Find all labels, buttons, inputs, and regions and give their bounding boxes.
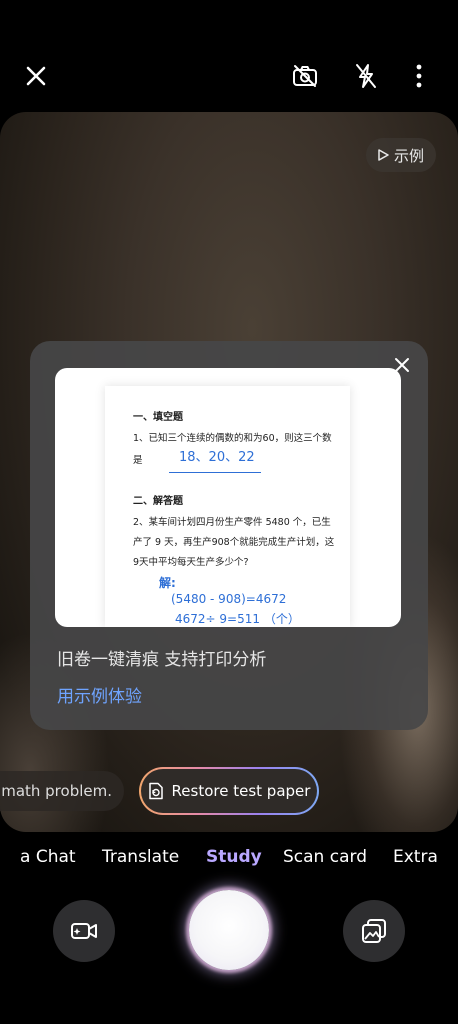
mode-study[interactable]: Study bbox=[206, 847, 262, 867]
close-icon[interactable] bbox=[16, 56, 56, 96]
camera-off-icon[interactable] bbox=[285, 56, 325, 96]
preview-solution-2: 4672÷ 9=511 （个） bbox=[175, 612, 300, 626]
test-paper: 一、填空题 1、已知三个连续的偶数的和为60，则这三个数 是 18、20、22 … bbox=[105, 386, 350, 627]
restore-document-icon bbox=[148, 782, 163, 800]
gallery-icon bbox=[362, 919, 386, 943]
more-options-icon[interactable] bbox=[399, 56, 439, 96]
try-example-link[interactable]: 用示例体验 bbox=[57, 682, 142, 707]
feature-card: 一、填空题 1、已知三个连续的偶数的和为60，则这三个数 是 18、20、22 … bbox=[30, 341, 428, 730]
mode-scan-card[interactable]: Scan card bbox=[283, 847, 367, 867]
test-paper-preview: 一、填空题 1、已知三个连续的偶数的和为60，则这三个数 是 18、20、22 … bbox=[55, 368, 401, 627]
play-icon bbox=[378, 149, 389, 161]
example-button-label: 示例 bbox=[393, 146, 424, 165]
video-ai-button[interactable] bbox=[53, 900, 115, 962]
chip-restore-test-paper-label: Restore test paper bbox=[171, 782, 311, 800]
mode-chat[interactable]: a Chat bbox=[20, 847, 76, 867]
video-sparkle-icon bbox=[71, 923, 97, 939]
flash-off-icon[interactable] bbox=[346, 56, 386, 96]
preview-q1-line1: 1、已知三个连续的偶数的和为60，则这三个数 bbox=[133, 433, 332, 444]
preview-section1: 一、填空题 bbox=[133, 412, 183, 423]
example-button[interactable]: 示例 bbox=[365, 138, 436, 172]
chip-math-problem-label: math problem. bbox=[1, 782, 112, 800]
gallery-button[interactable] bbox=[343, 900, 405, 962]
preview-solution-1: (5480 - 908)=4672 bbox=[171, 592, 287, 606]
preview-solution-label: 解: bbox=[159, 576, 176, 590]
preview-q1-answer: 18、20、22 bbox=[179, 450, 255, 465]
answer-underline bbox=[169, 472, 261, 473]
chip-restore-test-paper[interactable]: Restore test paper bbox=[139, 767, 319, 815]
chip-math-problem[interactable]: math problem. bbox=[0, 771, 124, 811]
preview-q2-line3: 9天中平均每天生产多少个? bbox=[133, 557, 249, 568]
mode-selector: a Chat Translate Study Scan card Extra bbox=[0, 845, 458, 873]
shutter-button[interactable] bbox=[189, 890, 269, 970]
mode-extract[interactable]: Extra bbox=[393, 847, 438, 867]
preview-section2: 二、解答题 bbox=[133, 496, 183, 507]
card-title: 旧卷一键清痕 支持打印分析 bbox=[57, 650, 267, 670]
mode-translate[interactable]: Translate bbox=[102, 847, 179, 867]
preview-q1-line2: 是 bbox=[133, 455, 143, 466]
preview-q2-line1: 2、某车间计划四月份生产零件 5480 个，已生 bbox=[133, 517, 331, 528]
top-bar bbox=[0, 52, 458, 102]
preview-q2-line2: 产了 9 天，再生产908个就能完成生产计划，这 bbox=[133, 537, 335, 548]
